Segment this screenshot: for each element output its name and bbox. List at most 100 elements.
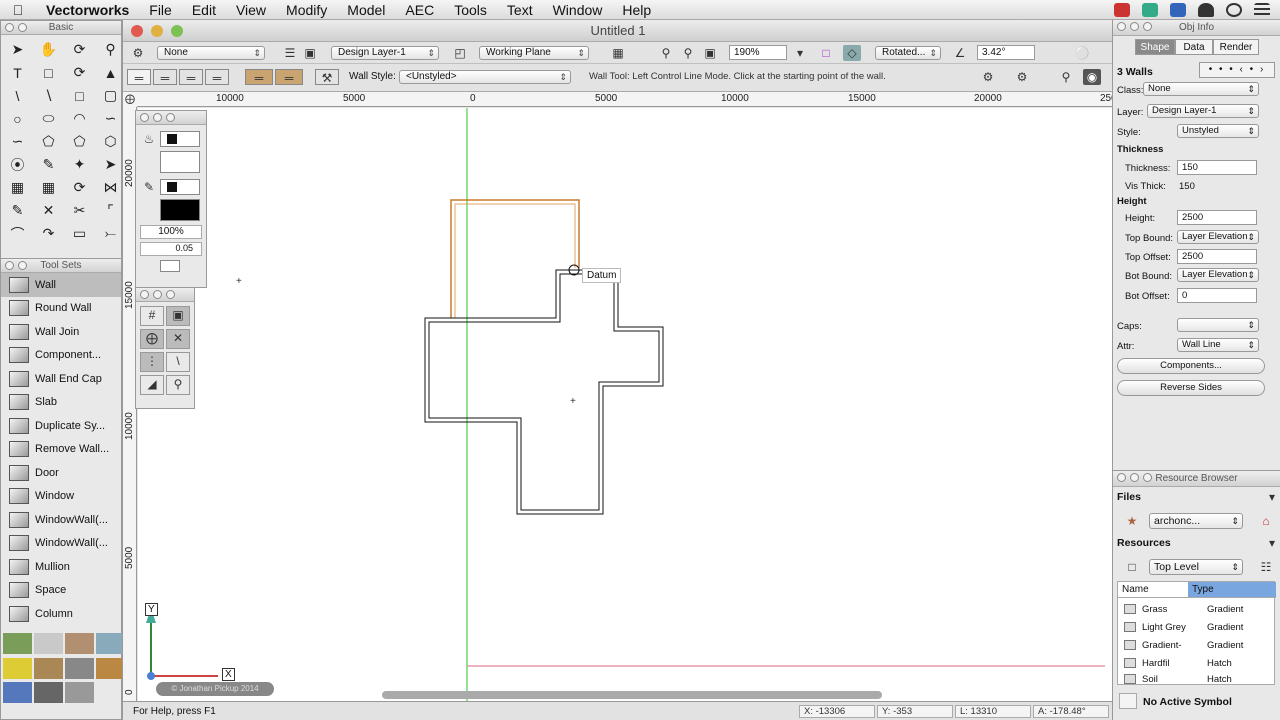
tool-remove-wall[interactable]: Remove Wall... [1,438,121,462]
dims-notes-icon[interactable] [3,657,32,679]
minimize-window-icon[interactable] [151,25,163,37]
wall-outer[interactable] [424,269,664,515]
menu-model[interactable]: Model [337,0,395,20]
tools-icon[interactable]: ⚒ [315,69,339,85]
style-select[interactable]: Unstyled [1177,124,1259,138]
list-icon[interactable] [1254,2,1270,17]
class-popup[interactable]: None [157,46,265,60]
apple-menu-icon[interactable]:  [0,2,36,18]
attr-select[interactable]: Wall Line [1177,338,1259,352]
angle-field[interactable]: 3.42° [977,45,1035,60]
left-control-line-icon[interactable]: ═ [127,69,151,85]
menu-help[interactable]: Help [612,0,661,20]
snap-grid-icon[interactable]: # [140,306,164,326]
tool-wall-end-cap[interactable]: Wall End Cap [1,367,121,391]
fill-icon[interactable]: ♨ [140,131,158,147]
oval-icon[interactable]: ⬭ [34,108,63,129]
menu-edit[interactable]: Edit [182,0,226,20]
collapse-icon[interactable] [1130,22,1139,31]
locus-icon[interactable]: ⤚ [96,223,125,244]
top-offset-field[interactable]: 2500 [1177,249,1257,264]
record-icon[interactable] [1114,2,1130,17]
collapse-icon[interactable] [18,23,27,32]
bot-bound-select[interactable]: Layer Elevation [1177,268,1259,282]
folder-icon[interactable]: □ [1123,559,1141,575]
zoom-icon[interactable] [166,113,175,122]
close-icon[interactable] [140,290,149,299]
zoom-field[interactable]: 190% [729,45,787,60]
layer-options-icon[interactable]: ▣ [301,45,319,61]
zoom-options-icon[interactable]: ▾ [791,45,809,61]
tool-windowwall-1[interactable]: WindowWall(... [1,508,121,532]
center-control-line-icon[interactable]: ═ [153,69,177,85]
attribute-mapping-icon[interactable]: ✦ [65,154,94,175]
regular-polygon-icon[interactable]: ⬡ [96,131,125,152]
snap-edge-icon[interactable]: \ [166,352,190,372]
menu-app[interactable]: Vectorworks [36,0,139,20]
class-select[interactable]: None [1143,82,1259,96]
col-name-header[interactable]: Name [1118,582,1188,598]
close-icon[interactable] [5,23,14,32]
top-bound-select[interactable]: Layer Elevation [1177,230,1259,244]
zoom-icon[interactable]: ⚲ [96,39,125,60]
zoom-out-icon[interactable]: ⚲ [679,45,697,61]
height-field[interactable]: 2500 [1177,210,1257,225]
zoom-icon[interactable] [1143,22,1152,31]
close-icon[interactable] [1117,22,1126,31]
layer-popup[interactable]: Design Layer-1 [331,46,439,60]
magnifier-icon[interactable]: ⚲ [1057,69,1075,85]
layer-select[interactable]: Design Layer-1 [1147,104,1259,118]
folder-select[interactable]: Top Level [1149,559,1243,575]
drawing-canvas[interactable]: + + Datum Y X © Jonathan Pickup 2014 [138,108,1113,702]
tool-mullion[interactable]: Mullion [1,555,121,579]
close-window-icon[interactable] [131,25,143,37]
zoom-icon[interactable] [1143,473,1152,482]
polygon-icon[interactable]: ⬠ [34,131,63,152]
menu-text[interactable]: Text [497,0,543,20]
eraser-icon[interactable]: ▭ [65,223,94,244]
sync-icon[interactable] [1142,2,1158,17]
furniture-icon[interactable] [65,633,94,654]
flyover-icon[interactable]: ⟳ [65,39,94,60]
components-button[interactable]: Components... [1117,358,1265,374]
selection-icon[interactable]: ➤ [3,39,32,60]
arrowheads-popup[interactable] [160,260,180,272]
tool-round-wall[interactable]: Round Wall [1,297,121,321]
chamfer-icon[interactable]: ⌒ [3,223,32,244]
wall-preferences-icon[interactable]: ═ [245,69,273,85]
trim-icon[interactable]: ✕ [34,200,63,221]
detailing-icon[interactable] [96,633,125,654]
right-control-line-icon[interactable]: ═ [179,69,203,85]
tool-wall-join[interactable]: Wall Join [1,320,121,344]
view-toggle-icon[interactable]: ☷ [1257,559,1275,575]
wall-tool-icon[interactable]: ═ [275,69,303,85]
callout-icon[interactable]: □ [34,62,63,83]
zoom-icon[interactable] [166,290,175,299]
spotlight-icon[interactable] [1226,2,1242,17]
horizontal-scrollbar[interactable] [382,691,882,699]
zoom-window-icon[interactable] [171,25,183,37]
collapse-icon[interactable] [153,290,162,299]
caps-select[interactable] [1177,318,1259,332]
collapse-icon[interactable] [1130,473,1139,482]
menu-file[interactable]: File [139,0,182,20]
snap-object-icon[interactable]: ▣ [166,306,190,326]
opacity-field[interactable]: 100% [140,225,202,239]
files-menu-icon[interactable]: ▾ [1263,489,1280,505]
tab-shape[interactable]: Shape [1135,39,1175,55]
offset-icon[interactable]: ▦ [34,177,63,198]
arc-icon[interactable]: ◠ [65,108,94,129]
pan-icon[interactable]: ✋ [34,39,63,60]
rectangle-icon[interactable]: □ [65,85,94,106]
tab-render[interactable]: Render [1213,39,1259,55]
eyedropper-icon[interactable]: ✎ [34,154,63,175]
tool-window[interactable]: Window [1,485,121,509]
fit-icon[interactable]: ▣ [701,45,719,61]
gear-icon[interactable] [65,682,94,704]
tool-wall[interactable]: Wall [1,273,121,297]
close-icon[interactable] [1117,473,1126,482]
split-icon[interactable]: ✎ [3,200,32,221]
origin-icon[interactable]: ⨁ [123,92,137,107]
menu-window[interactable]: Window [543,0,613,20]
double-line-icon[interactable]: ∖ [34,85,63,106]
